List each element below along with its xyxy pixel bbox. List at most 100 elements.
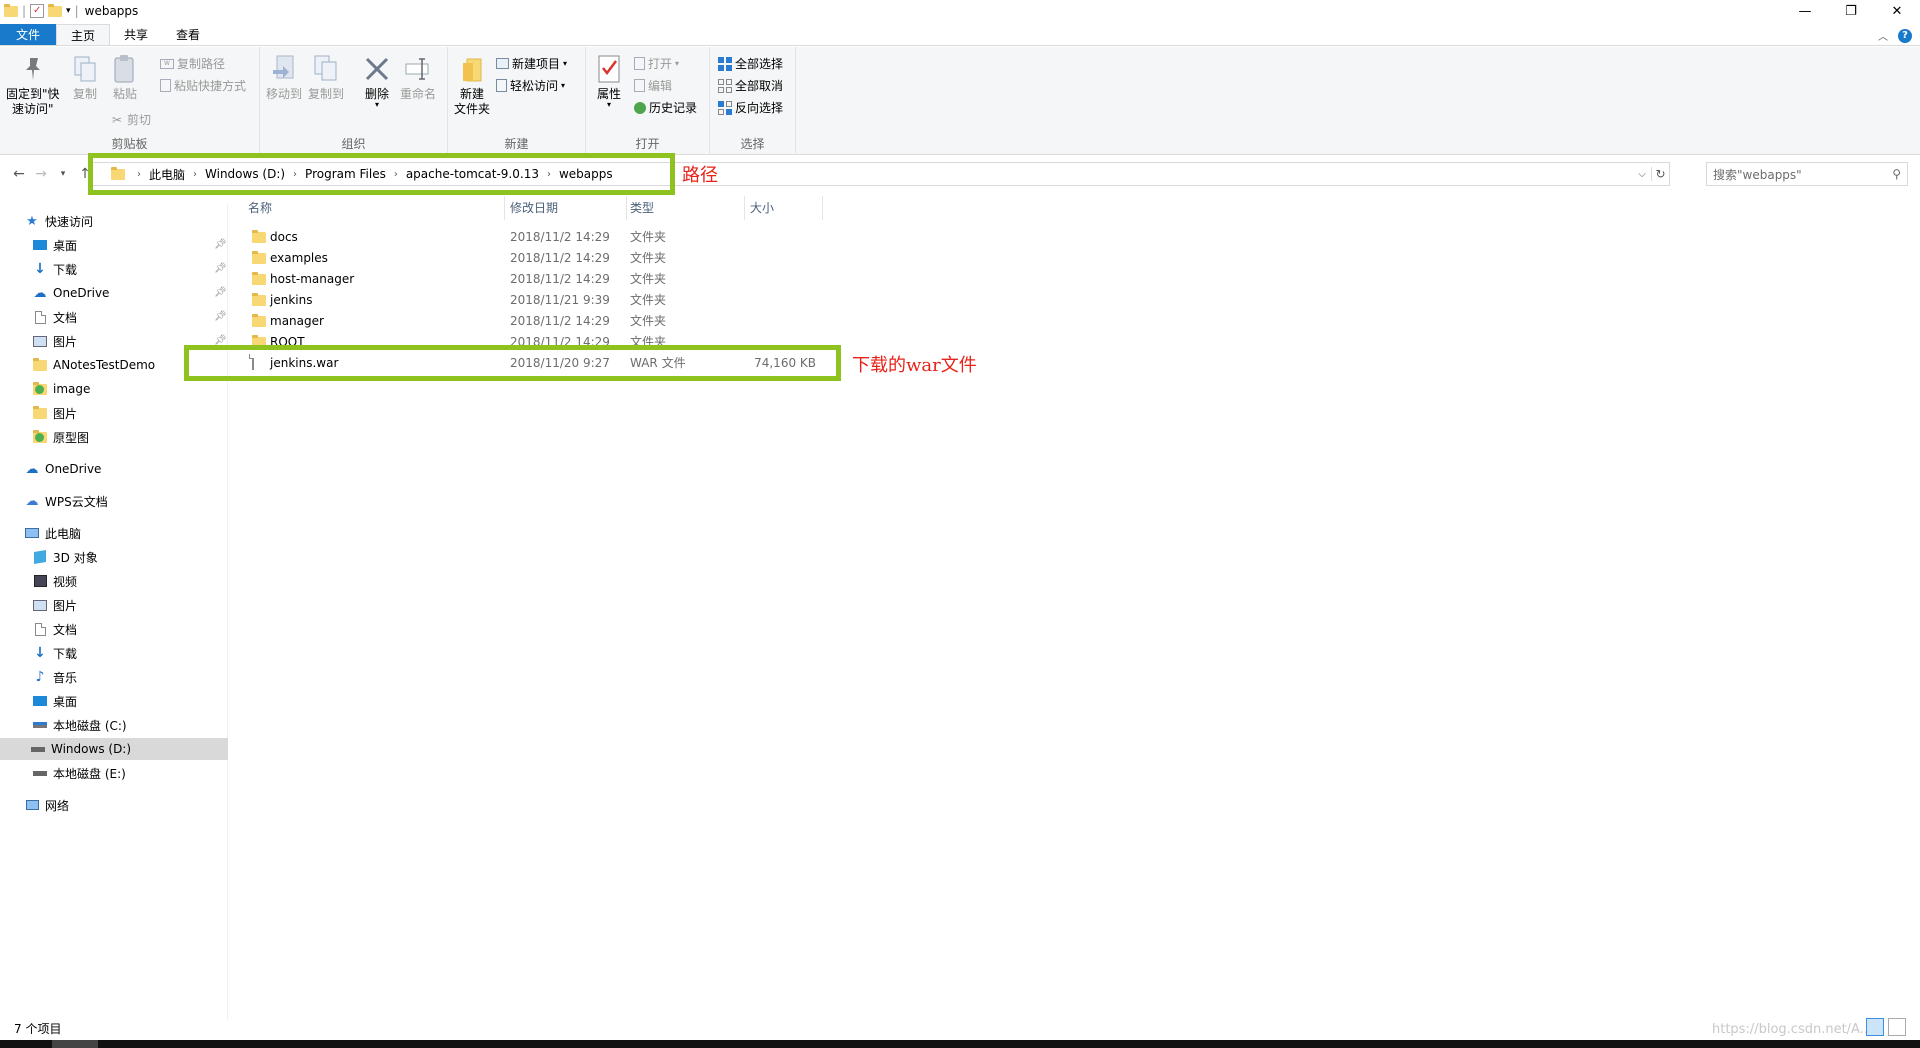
separator: |	[74, 4, 79, 18]
easy-access-button[interactable]: 轻松访问 ▾	[496, 77, 565, 94]
search-icon[interactable]: ⚲	[1892, 167, 1901, 181]
column-divider[interactable]	[822, 196, 823, 220]
ribbon-tabs: 文件 主页 共享 查看	[0, 24, 1920, 46]
file-date: 2018/11/2 14:29	[510, 313, 610, 328]
select-all-button[interactable]: 全部选择	[718, 55, 783, 72]
copy-path-button[interactable]: W 复制路径	[160, 55, 225, 72]
minimize-button[interactable]: —	[1782, 0, 1828, 22]
cut-button[interactable]: ✂ 剪切	[110, 111, 151, 128]
help-icon[interactable]: ?	[1898, 28, 1912, 43]
taskbar-button[interactable]	[52, 1040, 98, 1048]
properties-button[interactable]: 属性 ▾	[594, 53, 624, 109]
column-header-type[interactable]: 类型	[626, 196, 744, 218]
nav-network[interactable]: 网络	[24, 794, 69, 816]
file-row[interactable]: jenkins 2018/11/21 9:39 文件夹	[248, 289, 828, 310]
copy-button[interactable]: 复制	[70, 53, 100, 102]
nav-item-videos[interactable]: 视频	[32, 570, 77, 592]
cube-3d-icon	[32, 549, 48, 565]
pin-to-quick-access-button[interactable]: 固定到"快 速访问"	[6, 53, 60, 117]
close-button[interactable]: ✕	[1874, 0, 1920, 22]
nav-onedrive[interactable]: ☁ OneDrive	[24, 458, 102, 480]
nav-item-image[interactable]: image	[32, 378, 90, 400]
column-divider[interactable]	[744, 196, 745, 220]
open-group: 属性 ▾ 打开 ▾ 编辑 历史记录 打开	[586, 47, 710, 155]
nav-item-3d-objects[interactable]: 3D 对象	[32, 546, 98, 568]
collapse-ribbon-icon[interactable]: ︿	[1878, 28, 1888, 43]
nav-quick-access[interactable]: ★ 快速访问	[24, 210, 93, 232]
nav-item-music[interactable]: ♪ 音乐	[32, 666, 77, 688]
column-header-size[interactable]: 大小	[746, 196, 822, 218]
nav-item-pictures[interactable]: 图片	[32, 330, 77, 352]
history-button[interactable]: 历史记录	[634, 99, 697, 116]
tab-file[interactable]: 文件	[0, 24, 57, 45]
nav-item-drive-c[interactable]: 本地磁盘 (C:)	[32, 714, 127, 736]
open-button[interactable]: 打开 ▾	[634, 55, 679, 72]
nav-item-onedrive-quick[interactable]: ☁ OneDrive	[32, 282, 110, 304]
column-divider[interactable]	[504, 196, 505, 220]
select-all-icon	[718, 56, 732, 71]
file-type: 文件夹	[630, 272, 667, 286]
clipboard-group: 固定到"快 速访问" 复制 粘贴 W 复制路径 粘贴快捷方式 ✂ 剪切 剪贴板	[0, 47, 260, 155]
tab-home[interactable]: 主页	[56, 24, 111, 45]
nav-item-pc-documents[interactable]: 文档	[32, 618, 77, 640]
maximize-button[interactable]: ❐	[1828, 0, 1874, 22]
large-icons-view-button[interactable]	[1888, 1018, 1906, 1036]
file-type: 文件夹	[630, 230, 667, 244]
file-row[interactable]: docs 2018/11/2 14:29 文件夹	[248, 226, 828, 247]
back-arrow-icon[interactable]: ←	[8, 166, 30, 182]
details-view-button[interactable]	[1866, 1018, 1884, 1036]
organize-group-label: 组织	[341, 137, 366, 151]
forward-arrow-icon[interactable]: →	[30, 166, 52, 182]
properties-dropdown-icon[interactable]: ▾	[607, 101, 611, 109]
column-header-name[interactable]: 名称	[244, 196, 504, 218]
edit-button[interactable]: 编辑	[634, 77, 672, 94]
customize-dropdown-icon[interactable]: ▾	[66, 6, 71, 16]
search-input[interactable]: 搜索"webapps" ⚲	[1706, 162, 1908, 186]
address-history-dropdown-icon[interactable]: ⌵	[1633, 169, 1651, 180]
file-row[interactable]: manager 2018/11/2 14:29 文件夹	[248, 310, 828, 331]
pin-icon[interactable]: 📌︎	[214, 311, 227, 322]
new-folder-icon[interactable]	[48, 3, 63, 17]
tab-view[interactable]: 查看	[162, 24, 214, 45]
copy-to-button[interactable]: 复制到	[308, 53, 344, 102]
nav-this-pc[interactable]: 此电脑	[24, 522, 81, 544]
nav-item-drive-e[interactable]: 本地磁盘 (E:)	[32, 762, 126, 784]
easy-access-icon	[496, 79, 507, 92]
history-icon	[634, 101, 646, 114]
nav-item-pc-pictures[interactable]: 图片	[32, 594, 77, 616]
properties-check-icon[interactable]: ✓	[30, 4, 45, 18]
select-none-button[interactable]: 全部取消	[718, 77, 783, 94]
nav-item-anotestestdemo[interactable]: ANotesTestDemo	[32, 354, 155, 376]
nav-item-downloads[interactable]: ↓ 下载	[32, 258, 77, 280]
nav-wps-cloud[interactable]: ☁ WPS云文档	[24, 490, 108, 512]
drive-icon	[30, 742, 46, 756]
pin-icon[interactable]: 📌︎	[214, 263, 227, 274]
move-to-button[interactable]: 移动到	[266, 53, 302, 102]
paste-button[interactable]: 粘贴	[110, 53, 140, 102]
pin-icon[interactable]: 📌︎	[214, 239, 227, 250]
pin-icon[interactable]: 📌︎	[214, 287, 227, 298]
folder-icon	[252, 250, 266, 267]
nav-item-pc-downloads[interactable]: ↓ 下载	[32, 642, 77, 664]
tab-share[interactable]: 共享	[110, 24, 162, 45]
invert-selection-button[interactable]: 反向选择	[718, 99, 783, 116]
new-folder-button[interactable]: 新建 文件夹	[454, 53, 490, 117]
new-item-button[interactable]: 新建项目 ▾	[496, 55, 567, 72]
recent-locations-icon[interactable]: ▾	[52, 169, 74, 179]
nav-item-documents[interactable]: 文档	[32, 306, 77, 328]
paste-shortcut-button[interactable]: 粘贴快捷方式	[160, 77, 246, 94]
file-row[interactable]: host-manager 2018/11/2 14:29 文件夹	[248, 268, 828, 289]
refresh-icon[interactable]: ↻	[1651, 167, 1669, 181]
column-header-date[interactable]: 修改日期	[506, 196, 626, 218]
nav-item-drive-d[interactable]: Windows (D:)	[0, 738, 228, 760]
nav-item-desktop[interactable]: 桌面	[32, 234, 77, 256]
rename-button[interactable]: 重命名	[400, 53, 436, 102]
delete-dropdown-icon[interactable]: ▾	[375, 101, 379, 109]
star-icon: ★	[26, 213, 38, 229]
nav-item-prototype[interactable]: 原型图	[32, 426, 89, 448]
nav-item-pc-desktop[interactable]: 桌面	[32, 690, 77, 712]
nav-item-pictures-folder[interactable]: 图片	[32, 402, 77, 424]
delete-button[interactable]: 删除 ▾	[362, 53, 392, 109]
file-name: docs	[270, 229, 298, 244]
file-row[interactable]: examples 2018/11/2 14:29 文件夹	[248, 247, 828, 268]
